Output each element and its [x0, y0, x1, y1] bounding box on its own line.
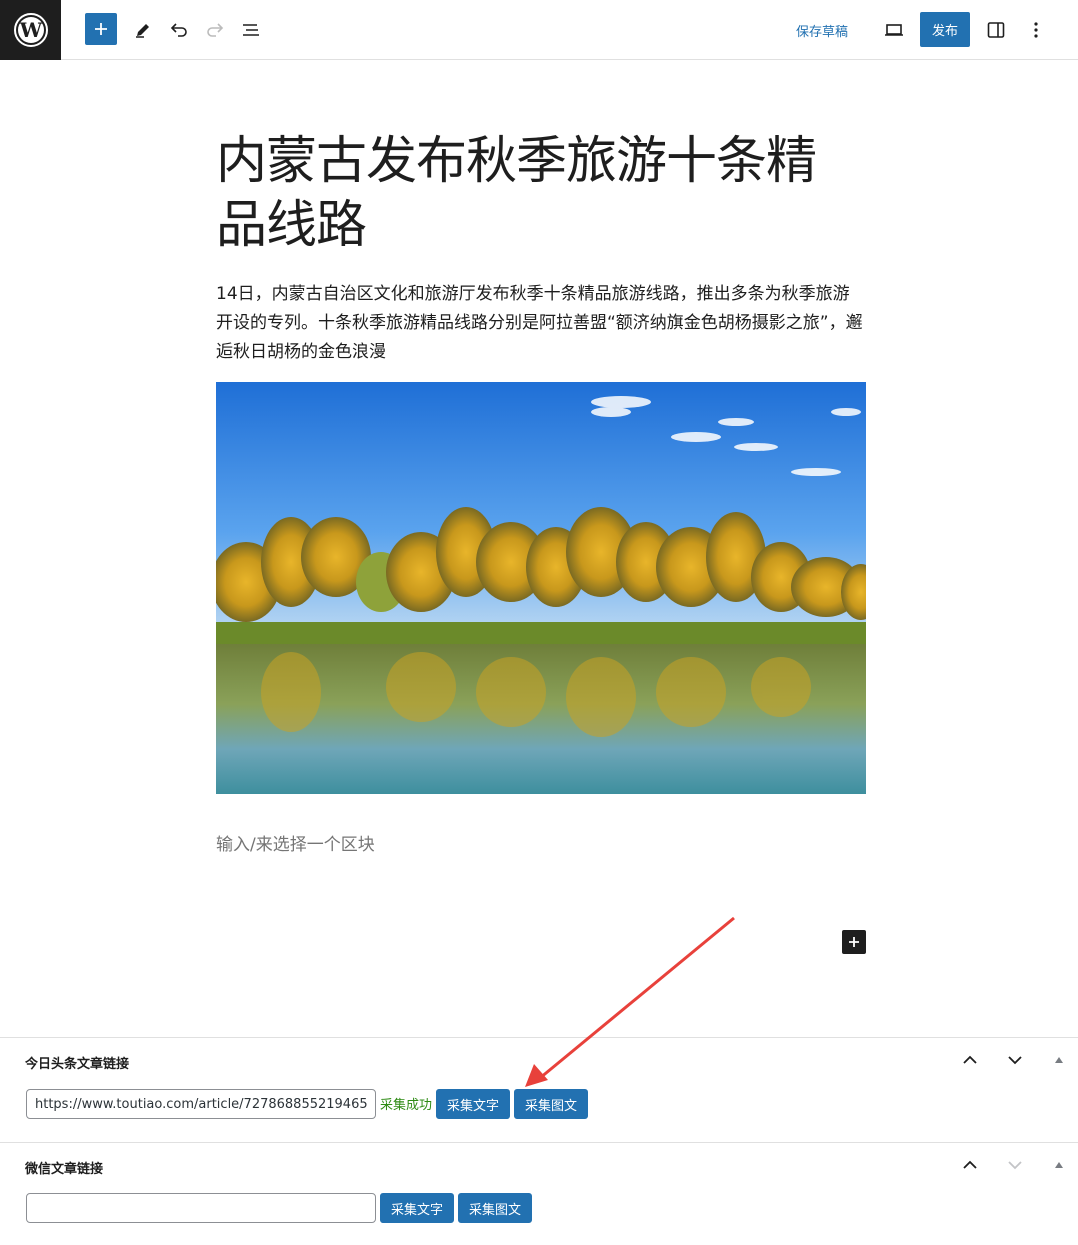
plus-icon — [849, 937, 859, 947]
kebab-menu-icon — [1034, 22, 1038, 38]
move-up-button[interactable] — [958, 1153, 982, 1177]
caret-up-icon — [1055, 1057, 1063, 1063]
preview-button[interactable] — [878, 14, 910, 46]
collect-image-text-button[interactable]: 采集图文 — [458, 1193, 532, 1223]
sidebar-toggle-icon — [987, 22, 1005, 38]
undo-icon — [170, 23, 187, 37]
collect-image-text-button[interactable]: 采集图文 — [514, 1089, 588, 1119]
settings-sidebar-button[interactable] — [980, 14, 1012, 46]
autumn-poplar-lake-image — [216, 382, 866, 794]
toutiao-url-input[interactable] — [26, 1089, 376, 1119]
chevron-down-icon — [1008, 1161, 1022, 1170]
chevron-up-icon — [963, 1055, 977, 1064]
metabox-title: 微信文章链接 — [25, 1162, 104, 1177]
add-block-button[interactable] — [85, 13, 117, 45]
plus-icon — [95, 23, 107, 35]
redo-icon — [207, 23, 224, 37]
save-draft-button[interactable]: 保存草稿 — [796, 18, 848, 42]
undo-button[interactable] — [163, 14, 195, 46]
metabox-title: 今日头条文章链接 — [25, 1057, 130, 1072]
list-view-icon — [243, 24, 259, 36]
default-block-appender[interactable]: 输入/来选择一个区块 — [216, 830, 375, 855]
wordpress-icon: W — [13, 13, 48, 47]
post-title[interactable]: 内蒙古发布秋季旅游十条精品线路 — [216, 130, 856, 258]
document-overview-button[interactable] — [235, 14, 267, 46]
publish-button[interactable]: 发布 — [920, 12, 970, 47]
chevron-down-icon — [1008, 1056, 1022, 1065]
caret-up-icon — [1055, 1162, 1063, 1168]
move-down-button[interactable] — [1003, 1048, 1027, 1072]
redo-button[interactable] — [199, 14, 231, 46]
block-inserter-button[interactable] — [842, 930, 866, 954]
tools-edit-button[interactable] — [127, 14, 159, 46]
toggle-panel-button[interactable] — [1047, 1048, 1071, 1072]
image-block[interactable] — [216, 382, 866, 794]
more-options-button[interactable] — [1020, 14, 1052, 46]
metabox-weixin: 微信文章链接 采集文字 采集图文 — [0, 1142, 1078, 1245]
editor-canvas: 内蒙古发布秋季旅游十条精品线路 14日，内蒙古自治区文化和旅游厅发布秋季十条精品… — [0, 61, 1078, 1037]
wordpress-logo-icon[interactable]: W — [0, 0, 61, 60]
move-up-button[interactable] — [958, 1048, 982, 1072]
paragraph-block[interactable]: 14日，内蒙古自治区文化和旅游厅发布秋季十条精品旅游线路，推出多条为秋季旅游开设… — [216, 280, 866, 367]
collect-status: 采集成功 — [380, 1098, 433, 1113]
svg-text:W: W — [18, 18, 42, 42]
editor-header: W 保存草稿 发布 — [0, 0, 1078, 60]
chevron-up-icon — [963, 1160, 977, 1169]
collect-text-button[interactable]: 采集文字 — [380, 1193, 454, 1223]
collect-text-button[interactable]: 采集文字 — [436, 1089, 510, 1119]
toggle-panel-button[interactable] — [1047, 1153, 1071, 1177]
move-down-button[interactable] — [1003, 1153, 1027, 1177]
desktop-preview-icon — [885, 24, 903, 36]
weixin-url-input[interactable] — [26, 1193, 376, 1223]
metabox-toutiao: 今日头条文章链接 采集成功 采集文字 采集图文 — [0, 1037, 1078, 1142]
pencil-icon — [136, 24, 149, 38]
